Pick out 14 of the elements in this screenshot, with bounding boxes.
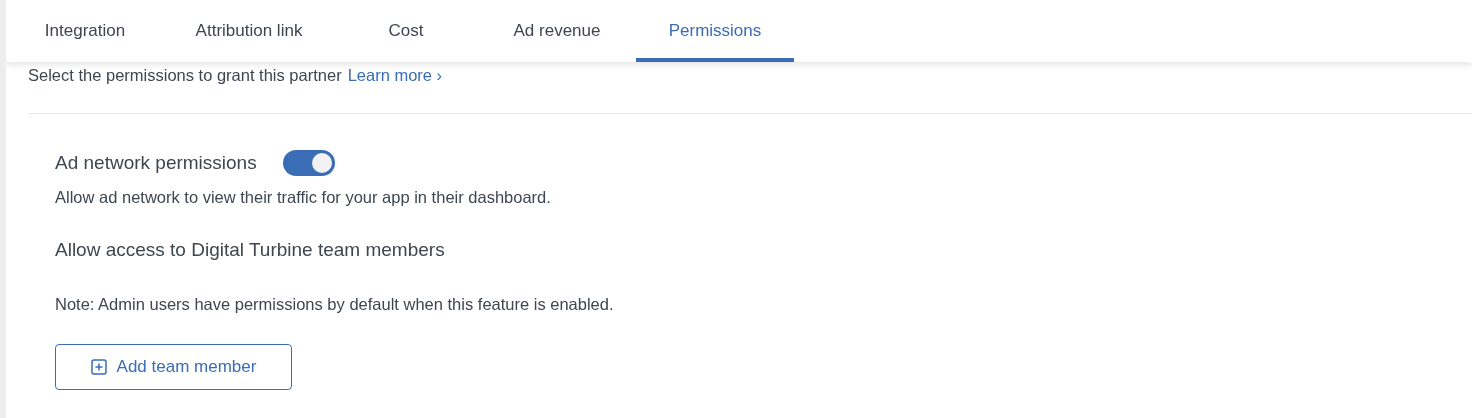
plus-icon xyxy=(90,359,107,375)
intro-text: Select the permissions to grant this partner xyxy=(28,66,342,85)
tab[interactable]: Ad revenue xyxy=(478,0,636,62)
setting-label: Ad network permissions xyxy=(55,152,257,174)
section-heading: Allow access to Digital Turbine team members xyxy=(55,239,446,261)
toggle-switch[interactable] xyxy=(282,150,335,176)
learn-more-link[interactable]: Learn more › xyxy=(347,66,443,85)
tab[interactable]: Integration xyxy=(6,0,164,62)
tab[interactable]: Attribution link xyxy=(164,0,334,62)
setting-description: Allow ad network to view their traffic for your app in their dashboard. xyxy=(55,188,552,207)
tab[interactable]: Permissions xyxy=(636,0,794,62)
add-team-member-button[interactable]: Add team member xyxy=(55,344,292,390)
note-text: Note: Admin users have permissions by default when this feature is enabled. xyxy=(55,295,615,314)
tab[interactable]: Cost xyxy=(334,0,478,62)
